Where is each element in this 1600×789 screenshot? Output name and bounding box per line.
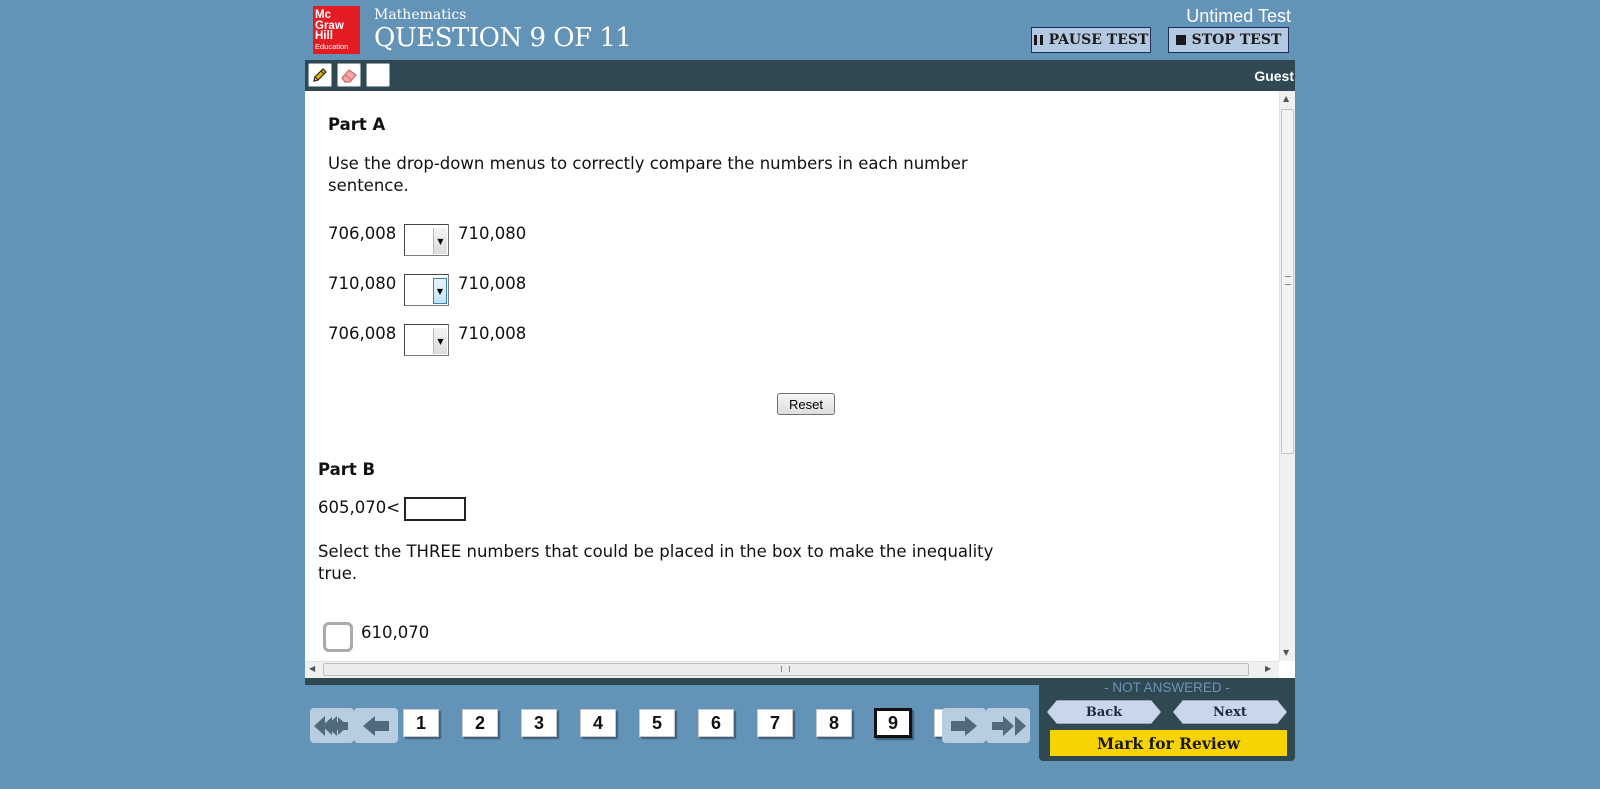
pause-icon [1033, 35, 1043, 45]
scroll-left-icon[interactable]: ◀ [309, 664, 315, 673]
part-a-heading: Part A [328, 115, 386, 134]
sentence-left-number: 710,080 [328, 274, 397, 293]
option-label: 610,070 [361, 623, 430, 642]
grip-icon [781, 666, 790, 672]
chevron-down-icon: ▼ [433, 328, 447, 354]
first-question-button[interactable] [310, 708, 354, 743]
current-question-button[interactable]: 9 [874, 708, 912, 738]
grip-icon [1285, 276, 1291, 285]
pause-test-label: PAUSE TEST [1048, 32, 1149, 48]
mcgraw-hill-logo: Mc Graw Hill Education [313, 6, 360, 54]
comparison-dropdown[interactable]: ▼ [404, 274, 449, 306]
part-b-instructions-line2: true. [318, 564, 358, 583]
sentence-right-number: 710,008 [458, 274, 527, 293]
inequality-prefix: 605,070< [318, 498, 401, 517]
comparison-dropdown[interactable]: ▼ [404, 224, 449, 256]
subject-label: Mathematics [374, 7, 467, 23]
question-number-button[interactable]: 5 [639, 709, 675, 737]
back-button[interactable]: Back [1047, 700, 1161, 724]
scroll-corner [1279, 661, 1295, 678]
horizontal-scroll-thumb[interactable] [323, 663, 1249, 676]
question-title: QUESTION 9 OF 11 [374, 23, 632, 53]
question-number-button[interactable]: 4 [580, 709, 616, 737]
sentence-left-number: 706,008 [328, 224, 397, 243]
scroll-down-icon[interactable]: ▼ [1283, 648, 1289, 657]
toolbar [305, 60, 1295, 91]
logo-line: Hill [315, 30, 333, 42]
pause-test-button[interactable]: PAUSE TEST [1031, 27, 1151, 53]
arrow-left-icon [363, 715, 389, 736]
next-question-button[interactable] [942, 708, 986, 743]
eraser-tool-button[interactable] [337, 63, 361, 87]
scroll-up-icon[interactable]: ▲ [1283, 94, 1289, 103]
question-number-button[interactable]: 7 [757, 709, 793, 737]
comparison-dropdown[interactable]: ▼ [404, 324, 449, 356]
question-number-button[interactable]: 2 [462, 709, 498, 737]
question-number-button[interactable]: 6 [698, 709, 734, 737]
chevron-down-icon: ▼ [433, 278, 447, 304]
part-b-instructions-line1: Select the THREE numbers that could be p… [318, 542, 994, 561]
sentence-right-number: 710,008 [458, 324, 527, 343]
previous-question-button[interactable] [354, 708, 398, 743]
reset-button[interactable]: Reset [777, 393, 835, 415]
question-number-button[interactable]: 8 [816, 709, 852, 737]
part-a-instructions-line2: sentence. [328, 176, 409, 195]
user-name: Guest [1254, 68, 1294, 84]
timing-label: Untimed Test [1186, 6, 1291, 26]
chevron-down-icon: ▼ [433, 228, 447, 254]
question-number-button[interactable]: 1 [403, 709, 439, 737]
part-b-heading: Part B [318, 460, 376, 479]
question-content [305, 91, 1295, 678]
stop-test-label: STOP TEST [1191, 32, 1282, 48]
blank-tool-button[interactable] [366, 63, 390, 87]
pencil-icon [313, 68, 327, 82]
sentence-right-number: 710,080 [458, 224, 527, 243]
pencil-tool-button[interactable] [308, 63, 332, 87]
option-checkbox[interactable] [323, 622, 353, 652]
stop-icon [1175, 35, 1186, 45]
vertical-scroll-thumb[interactable] [1281, 109, 1294, 454]
double-arrow-right-icon [992, 715, 1026, 736]
stop-test-button[interactable]: STOP TEST [1168, 27, 1289, 53]
answer-status: - NOT ANSWERED - [1104, 680, 1230, 695]
next-button[interactable]: Next [1173, 700, 1287, 724]
arrow-right-icon [951, 715, 977, 736]
last-question-button[interactable] [986, 708, 1030, 743]
double-arrow-left-icon [314, 715, 348, 736]
eraser-icon [341, 69, 357, 83]
logo-line: Mc [315, 9, 331, 21]
inequality-answer-box[interactable] [404, 497, 466, 521]
mark-for-review-button[interactable]: Mark for Review [1048, 728, 1289, 758]
sentence-left-number: 706,008 [328, 324, 397, 343]
part-a-instructions-line1: Use the drop-down menus to correctly com… [328, 154, 968, 173]
logo-line: Education [315, 41, 349, 51]
scroll-right-icon[interactable]: ▶ [1265, 664, 1271, 673]
question-number-button[interactable]: 3 [521, 709, 557, 737]
